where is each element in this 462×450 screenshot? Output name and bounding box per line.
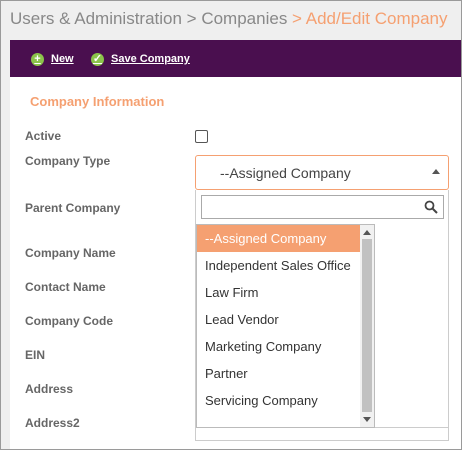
- scrollbar-thumb[interactable]: [362, 239, 372, 412]
- ein-label: EIN: [25, 348, 46, 362]
- company-type-dropdown: --Assigned Company Independent Sales Off…: [195, 190, 449, 428]
- parent-company-label: Parent Company: [25, 201, 121, 215]
- new-button[interactable]: + New: [31, 51, 74, 67]
- option-independent-sales-office[interactable]: Independent Sales Office: [197, 252, 360, 279]
- company-code-label: Company Code: [25, 314, 114, 328]
- breadcrumb: Users & Administration > Companies > Add…: [10, 9, 448, 29]
- app-frame: Users & Administration > Companies > Add…: [0, 0, 462, 450]
- company-type-value: --Assigned Company: [220, 165, 351, 181]
- dropdown-search-input[interactable]: [201, 195, 444, 219]
- scroll-down-arrow-icon[interactable]: [363, 417, 371, 422]
- option-lead-vendor[interactable]: Lead Vendor: [197, 306, 360, 333]
- option-partner[interactable]: Partner: [197, 360, 360, 387]
- option-marketing-company[interactable]: Marketing Company: [197, 333, 360, 360]
- company-type-label: Company Type: [25, 154, 111, 168]
- option-law-firm[interactable]: Law Firm: [197, 279, 360, 306]
- option-servicing-company[interactable]: Servicing Company: [197, 387, 360, 414]
- active-label: Active: [25, 129, 62, 143]
- plus-icon: +: [31, 52, 44, 66]
- save-company-label: Save Company: [111, 53, 190, 65]
- dropdown-options-list: --Assigned Company Independent Sales Off…: [196, 224, 375, 428]
- save-company-button[interactable]: ✓ Save Company: [91, 51, 190, 67]
- dropdown-scrollbar[interactable]: [360, 225, 374, 427]
- address2-label: Address2: [25, 416, 80, 430]
- new-button-label: New: [51, 53, 74, 65]
- breadcrumb-current: > Add/Edit Company: [287, 9, 448, 28]
- address-label: Address: [25, 382, 74, 396]
- caret-up-icon: [432, 169, 440, 174]
- active-checkbox[interactable]: [195, 130, 208, 143]
- main-panel: + New ✓ Save Company Company Information…: [10, 40, 461, 449]
- section-title: Company Information: [30, 94, 165, 109]
- company-name-label: Company Name: [25, 246, 116, 260]
- search-icon: [424, 200, 438, 214]
- breadcrumb-path[interactable]: Users & Administration > Companies: [10, 9, 287, 28]
- scroll-up-arrow-icon[interactable]: [363, 230, 371, 235]
- option-assigned-company[interactable]: --Assigned Company: [197, 225, 360, 252]
- toolbar: + New ✓ Save Company: [10, 40, 461, 77]
- company-type-select[interactable]: --Assigned Company: [195, 155, 449, 190]
- check-icon: ✓: [91, 52, 104, 66]
- contact-name-label: Contact Name: [25, 280, 106, 294]
